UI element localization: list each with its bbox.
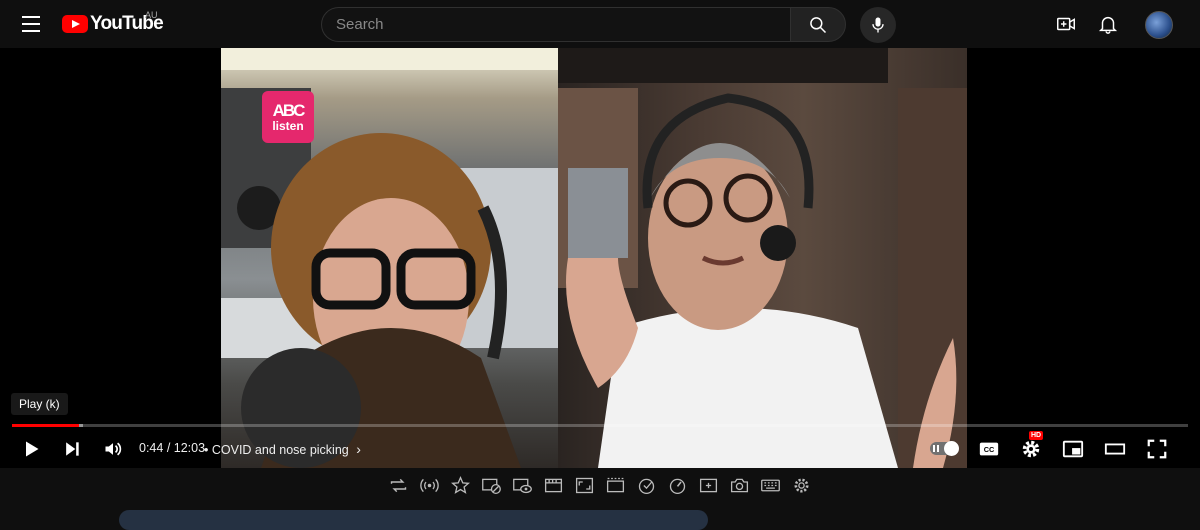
- health-button[interactable]: [631, 471, 662, 499]
- filmstrip-button[interactable]: [538, 471, 569, 499]
- progress-bar[interactable]: [12, 424, 1188, 427]
- hide-button[interactable]: [507, 471, 538, 499]
- chapter-title: COVID and nose picking: [211, 443, 349, 457]
- masthead: YouTube AU: [0, 0, 1200, 48]
- video-frame-right: [558, 48, 967, 468]
- chevron-right-icon: ›: [356, 441, 361, 457]
- screenshot-plus-button[interactable]: [693, 471, 724, 499]
- autoplay-toggle[interactable]: [930, 441, 959, 456]
- bell-icon: [1098, 16, 1118, 34]
- miniplayer-icon: [1062, 440, 1084, 458]
- play-icon: [26, 441, 39, 457]
- time-separator: /: [163, 441, 174, 455]
- radio-button[interactable]: [414, 471, 445, 499]
- screenshot-button[interactable]: [724, 471, 755, 499]
- miniplayer-button[interactable]: [1058, 434, 1088, 464]
- keyboard-icon: [761, 479, 780, 491]
- hd-badge: HD: [1029, 431, 1044, 440]
- create-button[interactable]: [1054, 12, 1078, 36]
- search-button[interactable]: [790, 7, 846, 42]
- svg-text:CC: CC: [984, 445, 995, 454]
- microphone-icon: [872, 17, 884, 33]
- fullscreen-button[interactable]: [1142, 434, 1172, 464]
- loop-icon: [390, 478, 407, 492]
- video-player[interactable]: ABC listen Play (k) 0:44 / 12:03 • COVID…: [0, 48, 1200, 468]
- closed-captions-icon: CC: [979, 442, 999, 456]
- ad-block-button[interactable]: [476, 471, 507, 499]
- ad-block-icon: [482, 478, 501, 494]
- next-button[interactable]: [57, 434, 87, 464]
- speed-icon: [669, 478, 686, 494]
- mute-button[interactable]: [98, 434, 128, 464]
- screenshot-plus-icon: [699, 478, 718, 492]
- fullscreen-icon: [1147, 439, 1167, 459]
- menu-line: [22, 23, 40, 25]
- notifications-button[interactable]: [1096, 12, 1120, 36]
- settings-gear-icon: [794, 478, 809, 492]
- radio-icon: [420, 478, 439, 492]
- extension-toolbar: [383, 471, 823, 499]
- play-button[interactable]: [16, 434, 46, 464]
- hide-eye-icon: [513, 478, 532, 493]
- player-controls: 0:44 / 12:03 • COVID and nose picking › …: [0, 430, 1200, 466]
- settings-button[interactable]: HD: [1016, 431, 1046, 464]
- duration: 12:03: [173, 441, 206, 455]
- volume-icon: [105, 442, 122, 456]
- chapter-dot: •: [204, 443, 212, 457]
- speed-button[interactable]: [662, 471, 693, 499]
- abc-listen-logo: ABC listen: [262, 91, 314, 143]
- subtitles-button[interactable]: CC: [974, 434, 1004, 464]
- loop-button[interactable]: [383, 471, 414, 499]
- heart-icon: [638, 478, 655, 494]
- video-frame-left: ABC listen: [221, 48, 558, 468]
- keyboard-button[interactable]: [755, 471, 786, 499]
- window-button[interactable]: [600, 471, 631, 499]
- current-time: 0:44: [139, 441, 164, 455]
- youtube-play-icon: [62, 15, 88, 33]
- search-input[interactable]: [321, 7, 790, 42]
- progress-played: [12, 424, 80, 427]
- search-icon: [810, 16, 827, 33]
- aspect-icon: [575, 477, 594, 493]
- pause-icon: [933, 445, 939, 452]
- theater-icon: [1104, 443, 1126, 455]
- play-tooltip: Play (k): [11, 393, 68, 415]
- skip-next-icon: [66, 442, 79, 456]
- voice-search-button[interactable]: [860, 7, 896, 43]
- host-right-image: [558, 48, 967, 468]
- filmstrip-icon: [544, 478, 563, 492]
- star-icon: [450, 475, 471, 494]
- create-video-icon: [1057, 17, 1075, 31]
- menu-line: [22, 30, 40, 32]
- guide-menu-button[interactable]: [16, 10, 46, 38]
- abc-listen-text: listen: [272, 118, 304, 133]
- below-player-panel: [119, 510, 708, 530]
- aspect-ratio-button[interactable]: [569, 471, 600, 499]
- abc-symbol: ABC: [272, 100, 306, 120]
- autoplay-knob: [944, 441, 959, 456]
- time-display: 0:44 / 12:03: [139, 441, 205, 455]
- theater-mode-button[interactable]: [1100, 434, 1130, 464]
- extension-settings-button[interactable]: [786, 471, 817, 499]
- chapter-button[interactable]: • COVID and nose picking ›: [204, 441, 361, 457]
- region-code: AU: [145, 10, 158, 20]
- account-avatar[interactable]: [1145, 11, 1173, 39]
- favorite-button[interactable]: [445, 471, 476, 499]
- menu-line: [22, 16, 40, 18]
- camera-icon: [730, 478, 749, 492]
- search-bar: [321, 7, 846, 42]
- window-icon: [606, 477, 625, 492]
- gear-icon: [1022, 440, 1040, 458]
